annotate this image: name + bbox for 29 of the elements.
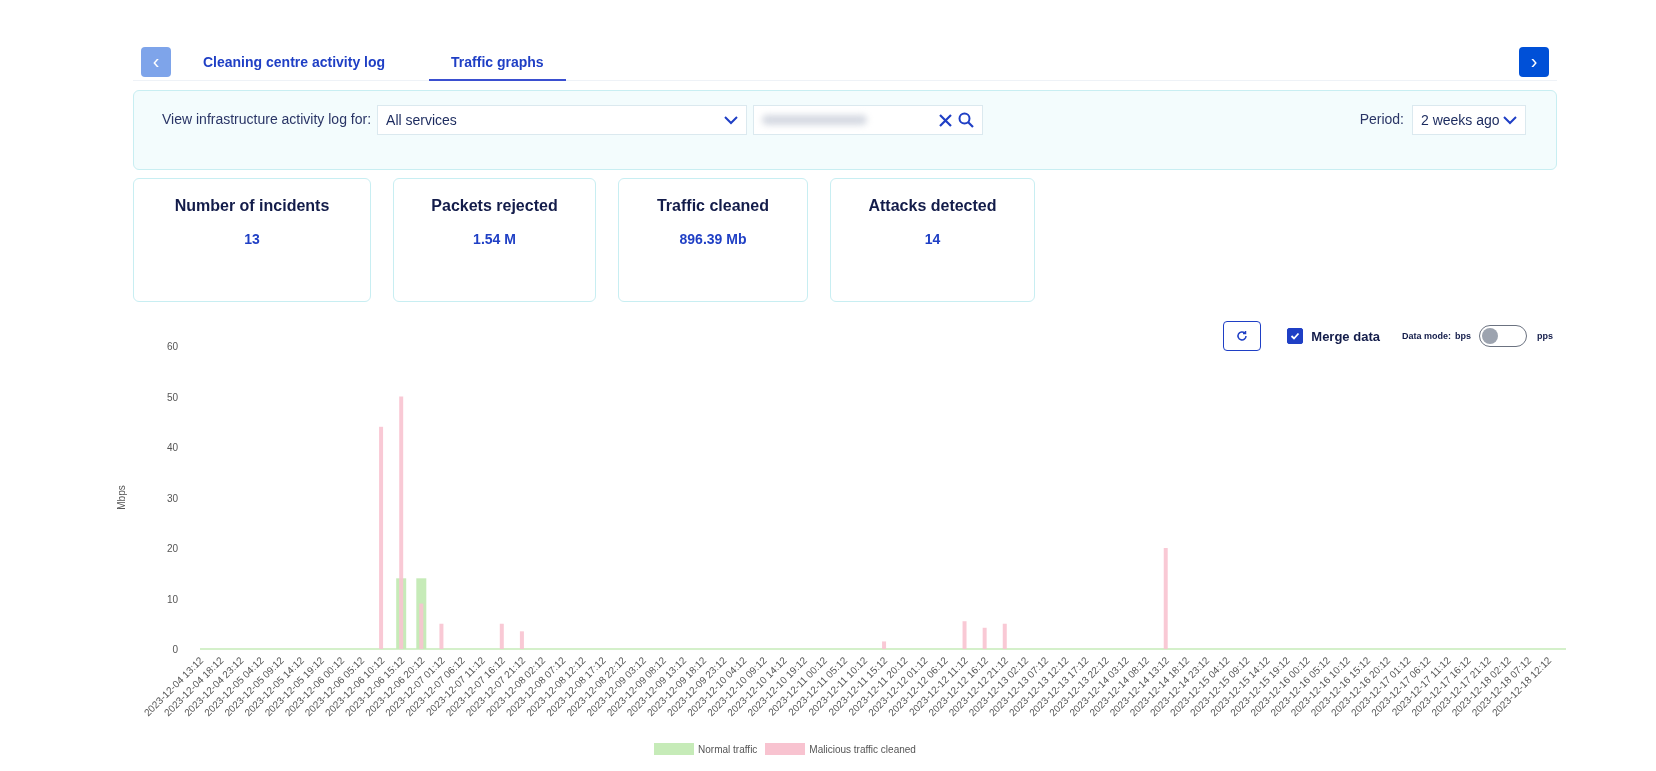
- y-tick-label: 20: [166, 543, 178, 554]
- legend-label: Normal traffic: [698, 743, 758, 755]
- merge-label: Merge data: [1311, 328, 1380, 344]
- y-tick-label: 30: [166, 492, 178, 504]
- tab[interactable]: Cleaning centre activity log: [181, 45, 408, 81]
- next-button[interactable]: ›: [1519, 47, 1549, 77]
- stat-title: Traffic cleaned: [656, 197, 769, 215]
- period-select[interactable]: 2 weeks ago: [1412, 105, 1526, 135]
- service-select[interactable]: All services: [377, 105, 748, 135]
- period-label: Period:: [1359, 111, 1404, 127]
- stat-value: 14: [924, 231, 941, 247]
- stat-value: 13: [244, 231, 260, 247]
- y-axis-title: Mbps: [116, 485, 127, 510]
- y-tick-label: 60: [166, 341, 178, 352]
- stat-title: Attacks detected: [868, 197, 997, 215]
- stat-title: Number of incidents: [174, 197, 330, 215]
- y-tick-label: 40: [166, 442, 178, 453]
- stat-value: 896.39 Mb: [679, 231, 747, 247]
- y-tick-label: 50: [166, 391, 178, 403]
- stat-title: Packets rejected: [431, 197, 558, 215]
- legend-label: Malicious traffic cleaned: [809, 743, 916, 755]
- y-tick-label: 0: [172, 644, 178, 655]
- pps-label: pps: [1537, 331, 1553, 341]
- stat-value: 1.54 M: [473, 231, 516, 247]
- filter-label: View infrastructure activity log for:: [162, 111, 372, 127]
- bps-label: bps: [1454, 331, 1471, 341]
- tab[interactable]: Traffic graphs: [429, 45, 566, 81]
- y-tick-label: 10: [166, 593, 178, 605]
- data-mode-label: Data mode:: [1401, 331, 1451, 341]
